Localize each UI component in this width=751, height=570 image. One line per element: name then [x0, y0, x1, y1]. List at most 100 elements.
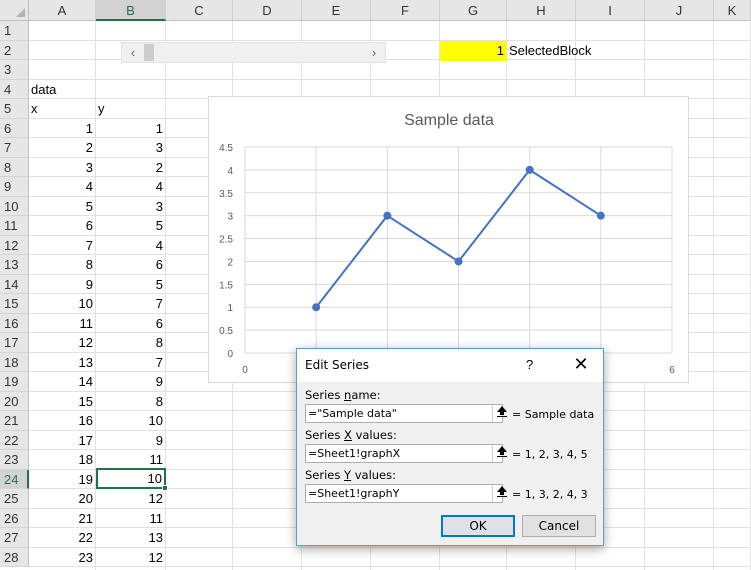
cell-B12[interactable]: 4	[96, 236, 166, 256]
cell-A24[interactable]: 19	[29, 470, 96, 490]
cell-B17[interactable]: 8	[96, 333, 166, 353]
cell-B20[interactable]: 8	[96, 392, 166, 412]
cell-A15[interactable]: 10	[29, 294, 96, 314]
row-header-25[interactable]: 25	[0, 489, 29, 509]
row-header-22[interactable]: 22	[0, 430, 29, 450]
cell-B28[interactable]: 12	[96, 548, 166, 568]
ok-button[interactable]: OK	[441, 515, 515, 537]
row-header-7[interactable]: 7	[0, 138, 29, 158]
cell-B25[interactable]: 12	[96, 489, 166, 509]
row-header-19[interactable]: 19	[0, 372, 29, 392]
cell-B26[interactable]: 11	[96, 509, 166, 529]
cell-A20[interactable]: 15	[29, 392, 96, 412]
column-header-F[interactable]: F	[371, 0, 440, 21]
cell-A5[interactable]: x	[29, 99, 96, 119]
cell-A12[interactable]: 7	[29, 236, 96, 256]
column-header-G[interactable]: G	[440, 0, 507, 21]
cell-A25[interactable]: 20	[29, 489, 96, 509]
row-header-11[interactable]: 11	[0, 216, 29, 236]
column-header-A[interactable]: A	[29, 0, 96, 21]
scroll-right-arrow-icon[interactable]: ›	[363, 43, 385, 62]
row-header-5[interactable]: 5	[0, 99, 29, 119]
scroll-thumb[interactable]	[144, 44, 154, 61]
row-header-18[interactable]: 18	[0, 352, 29, 372]
cell-B22[interactable]: 9	[96, 431, 166, 451]
row-header-4[interactable]: 4	[0, 79, 29, 99]
cell-A23[interactable]: 18	[29, 450, 96, 470]
column-header-B[interactable]: B	[96, 0, 166, 21]
horizontal-scrollbar-control[interactable]: ‹ ›	[121, 42, 386, 63]
cell-A14[interactable]: 9	[29, 275, 96, 295]
column-header-K[interactable]: K	[714, 0, 751, 21]
fill-handle[interactable]	[162, 485, 168, 491]
row-header-12[interactable]: 12	[0, 235, 29, 255]
cell-A22[interactable]: 17	[29, 431, 96, 451]
row-header-3[interactable]: 3	[0, 60, 29, 80]
series-y-field[interactable]: =Sheet1!graphY	[305, 484, 507, 503]
cell-A19[interactable]: 14	[29, 372, 96, 392]
row-header-23[interactable]: 23	[0, 450, 29, 470]
row-header-6[interactable]: 6	[0, 118, 29, 138]
select-all-corner[interactable]	[0, 0, 29, 21]
row-header-28[interactable]: 28	[0, 547, 29, 567]
cell-A6[interactable]: 1	[29, 119, 96, 139]
cell-B14[interactable]: 5	[96, 275, 166, 295]
cell-A4[interactable]: data	[29, 80, 96, 100]
column-header-D[interactable]: D	[233, 0, 302, 21]
cell-A21[interactable]: 16	[29, 411, 96, 431]
cell-A16[interactable]: 11	[29, 314, 96, 334]
row-header-2[interactable]: 2	[0, 40, 29, 60]
cell-B11[interactable]: 5	[96, 216, 166, 236]
row-header-14[interactable]: 14	[0, 274, 29, 294]
cell-B10[interactable]: 3	[96, 197, 166, 217]
row-header-16[interactable]: 16	[0, 313, 29, 333]
line-chart[interactable]: Sample data 0 0.5 1 1.5 2 2.5 3 3.5 4 4.5 0 6	[208, 96, 689, 383]
scroll-left-arrow-icon[interactable]: ‹	[122, 43, 144, 62]
row-header-13[interactable]: 13	[0, 255, 29, 275]
cell-A11[interactable]: 6	[29, 216, 96, 236]
series-x-field[interactable]: =Sheet1!graphX	[305, 444, 507, 463]
collapse-dialog-icon[interactable]	[492, 445, 511, 462]
cell-A28[interactable]: 23	[29, 548, 96, 568]
cell-B5[interactable]: y	[96, 99, 166, 119]
cell-B7[interactable]: 3	[96, 138, 166, 158]
row-header-1[interactable]: 1	[0, 21, 29, 41]
cell-A7[interactable]: 2	[29, 138, 96, 158]
collapse-dialog-icon[interactable]	[492, 485, 511, 502]
column-header-H[interactable]: H	[507, 0, 576, 21]
row-header-10[interactable]: 10	[0, 196, 29, 216]
row-header-24[interactable]: 24	[0, 469, 29, 489]
cell-B27[interactable]: 13	[96, 528, 166, 548]
row-header-15[interactable]: 15	[0, 294, 29, 314]
row-header-21[interactable]: 21	[0, 411, 29, 431]
cell-B16[interactable]: 6	[96, 314, 166, 334]
cell-B21[interactable]: 10	[96, 411, 166, 431]
row-header-26[interactable]: 26	[0, 508, 29, 528]
column-header-E[interactable]: E	[302, 0, 371, 21]
column-header-I[interactable]: I	[576, 0, 645, 21]
dialog-titlebar[interactable]: Edit Series ? ✕	[297, 349, 603, 382]
row-header-20[interactable]: 20	[0, 391, 29, 411]
cell-A27[interactable]: 22	[29, 528, 96, 548]
cell-A8[interactable]: 3	[29, 158, 96, 178]
cell-B23[interactable]: 11	[96, 450, 166, 470]
cell-B18[interactable]: 7	[96, 353, 166, 373]
cell-A26[interactable]: 21	[29, 509, 96, 529]
cell-B6[interactable]: 1	[96, 119, 166, 139]
cell-B19[interactable]: 9	[96, 372, 166, 392]
cell-A10[interactable]: 5	[29, 197, 96, 217]
cell-A18[interactable]: 13	[29, 353, 96, 373]
cell-G2[interactable]: 1	[440, 41, 507, 61]
collapse-dialog-icon[interactable]	[492, 405, 511, 422]
row-header-9[interactable]: 9	[0, 177, 29, 197]
row-header-17[interactable]: 17	[0, 333, 29, 353]
cell-A17[interactable]: 12	[29, 333, 96, 353]
close-icon[interactable]: ✕	[567, 354, 595, 376]
cell-B9[interactable]: 4	[96, 177, 166, 197]
cell-H2[interactable]: SelectedBlock	[507, 41, 591, 61]
cell-B13[interactable]: 6	[96, 255, 166, 275]
cell-B15[interactable]: 7	[96, 294, 166, 314]
help-icon[interactable]: ?	[526, 357, 533, 372]
cell-B8[interactable]: 2	[96, 158, 166, 178]
column-header-C[interactable]: C	[166, 0, 233, 21]
